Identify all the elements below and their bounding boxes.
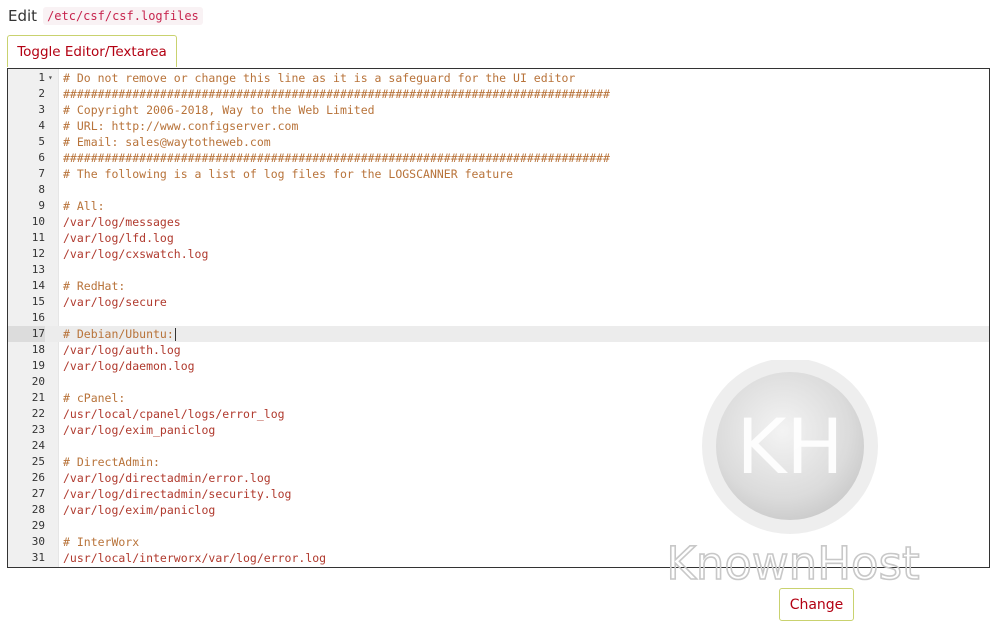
line-code: /var/log/messages <box>63 215 181 229</box>
line-number: 1 <box>38 71 45 84</box>
line-number: 30 <box>31 535 45 548</box>
line-number: 25 <box>31 455 45 468</box>
line-code: # cPanel: <box>63 391 126 405</box>
line-number: 15 <box>31 295 45 308</box>
line-number: 26 <box>31 471 45 484</box>
editor-line[interactable]: 19/var/log/daemon.log <box>8 358 989 374</box>
editor-line[interactable]: 23/var/log/exim_paniclog <box>8 422 989 438</box>
csf-logfiles-editor-page: Edit /etc/csf/csf.logfiles Toggle Editor… <box>0 0 990 632</box>
change-button[interactable]: Change <box>779 588 854 621</box>
line-number: 12 <box>31 247 45 260</box>
line-number: 9 <box>38 199 45 212</box>
line-number: 16 <box>31 311 45 324</box>
line-code: /usr/local/cpanel/logs/error_log <box>63 407 285 421</box>
line-code: /var/log/lfd.log <box>63 231 174 245</box>
editor-line[interactable]: 3 # Copyright 2006-2018, Way to the Web L… <box>8 102 989 118</box>
line-code: # The following is a list of log files f… <box>63 167 514 181</box>
code-editor[interactable]: 1 ▾ # Do not remove or change this line as… <box>7 68 990 568</box>
editor-line[interactable]: 15/var/log/secure <box>8 294 989 310</box>
page-header: Edit /etc/csf/csf.logfiles <box>8 5 203 27</box>
editor-line[interactable]: 13 <box>8 262 989 278</box>
editor-line[interactable]: 17 # Debian/Ubuntu: <box>8 326 989 342</box>
file-path: /etc/csf/csf.logfiles <box>43 7 203 25</box>
line-code: /var/log/directadmin/security.log <box>63 487 292 501</box>
line-code: # RedHat: <box>63 279 126 293</box>
line-number: 28 <box>31 503 45 516</box>
editor-line[interactable]: 6 #######################################… <box>8 150 989 166</box>
line-code: ########################################… <box>63 87 610 101</box>
line-code: # Do not remove or change this line as i… <box>63 71 576 85</box>
line-number: 10 <box>31 215 45 228</box>
line-number: 31 <box>31 551 45 564</box>
editor-line[interactable]: 7 # The following is a list of log files … <box>8 166 989 182</box>
editor-line[interactable]: 1 ▾ # Do not remove or change this line as… <box>8 70 989 86</box>
line-number: 7 <box>38 167 45 180</box>
editor-line[interactable]: 29 <box>8 518 989 534</box>
line-number: 2 <box>38 87 45 100</box>
editor-line[interactable]: 16 <box>8 310 989 326</box>
line-code: /var/log/daemon.log <box>63 359 195 373</box>
line-number: 4 <box>38 119 45 132</box>
line-code: # URL: http://www.configserver.com <box>63 119 299 133</box>
editor-line[interactable]: 24 <box>8 438 989 454</box>
line-number: 21 <box>31 391 45 404</box>
line-code: # Email: sales@waytotheweb.com <box>63 135 271 149</box>
line-code: ########################################… <box>63 151 610 165</box>
line-code: # All: <box>63 199 105 213</box>
line-number: 6 <box>38 151 45 164</box>
editor-line[interactable]: 28/var/log/exim/paniclog <box>8 502 989 518</box>
line-number: 17 <box>8 326 45 342</box>
line-code: /var/log/secure <box>63 295 167 309</box>
line-number: 19 <box>31 359 45 372</box>
editor-line[interactable]: 31/usr/local/interworx/var/log/error.log <box>8 550 989 566</box>
line-number: 5 <box>38 135 45 148</box>
line-code: /var/log/exim_paniclog <box>63 423 216 437</box>
line-number: 23 <box>31 423 45 436</box>
text-cursor <box>174 328 176 341</box>
editor-line[interactable]: 30 # InterWorx <box>8 534 989 550</box>
line-code: /usr/local/interworx/var/log/error.log <box>63 551 327 565</box>
edit-label: Edit <box>8 7 38 25</box>
editor-lines[interactable]: 1 ▾ # Do not remove or change this line as… <box>8 70 989 566</box>
line-number: 3 <box>38 103 45 116</box>
editor-line[interactable]: 9 # All: <box>8 198 989 214</box>
editor-line[interactable]: 18/var/log/auth.log <box>8 342 989 358</box>
line-code: # Copyright 2006-2018, Way to the Web Li… <box>63 103 375 117</box>
editor-line[interactable]: 10/var/log/messages <box>8 214 989 230</box>
line-code: /var/log/directadmin/error.log <box>63 471 271 485</box>
line-number: 11 <box>31 231 45 244</box>
editor-line[interactable]: 25 # DirectAdmin: <box>8 454 989 470</box>
line-number: 29 <box>31 519 45 532</box>
editor-line[interactable]: 14 # RedHat: <box>8 278 989 294</box>
fold-arrow-icon[interactable]: ▾ <box>48 70 58 86</box>
toggle-editor-button[interactable]: Toggle Editor/Textarea <box>7 35 177 67</box>
editor-line[interactable]: 22/usr/local/cpanel/logs/error_log <box>8 406 989 422</box>
line-number: 27 <box>31 487 45 500</box>
line-number: 8 <box>38 183 45 196</box>
line-number: 20 <box>31 375 45 388</box>
editor-line[interactable]: 5 # Email: sales@waytotheweb.com <box>8 134 989 150</box>
line-code: # InterWorx <box>63 535 140 549</box>
line-number: 18 <box>31 343 45 356</box>
line-code: # DirectAdmin: <box>63 455 160 469</box>
line-number: 24 <box>31 439 45 452</box>
editor-line[interactable]: 12/var/log/cxswatch.log <box>8 246 989 262</box>
line-number: 14 <box>31 279 45 292</box>
editor-line[interactable]: 4 # URL: http://www.configserver.com <box>8 118 989 134</box>
editor-line[interactable]: 27/var/log/directadmin/security.log <box>8 486 989 502</box>
editor-line[interactable]: 26/var/log/directadmin/error.log <box>8 470 989 486</box>
line-code: /var/log/exim/paniclog <box>63 503 216 517</box>
line-number: 22 <box>31 407 45 420</box>
editor-line[interactable]: 11/var/log/lfd.log <box>8 230 989 246</box>
editor-line[interactable]: 8 <box>8 182 989 198</box>
editor-line[interactable]: 21 # cPanel: <box>8 390 989 406</box>
line-code: # Debian/Ubuntu: <box>63 327 176 341</box>
editor-line[interactable]: 2 #######################################… <box>8 86 989 102</box>
line-number: 13 <box>31 263 45 276</box>
editor-line[interactable]: 20 <box>8 374 989 390</box>
line-code: /var/log/cxswatch.log <box>63 247 209 261</box>
line-code: /var/log/auth.log <box>63 343 181 357</box>
